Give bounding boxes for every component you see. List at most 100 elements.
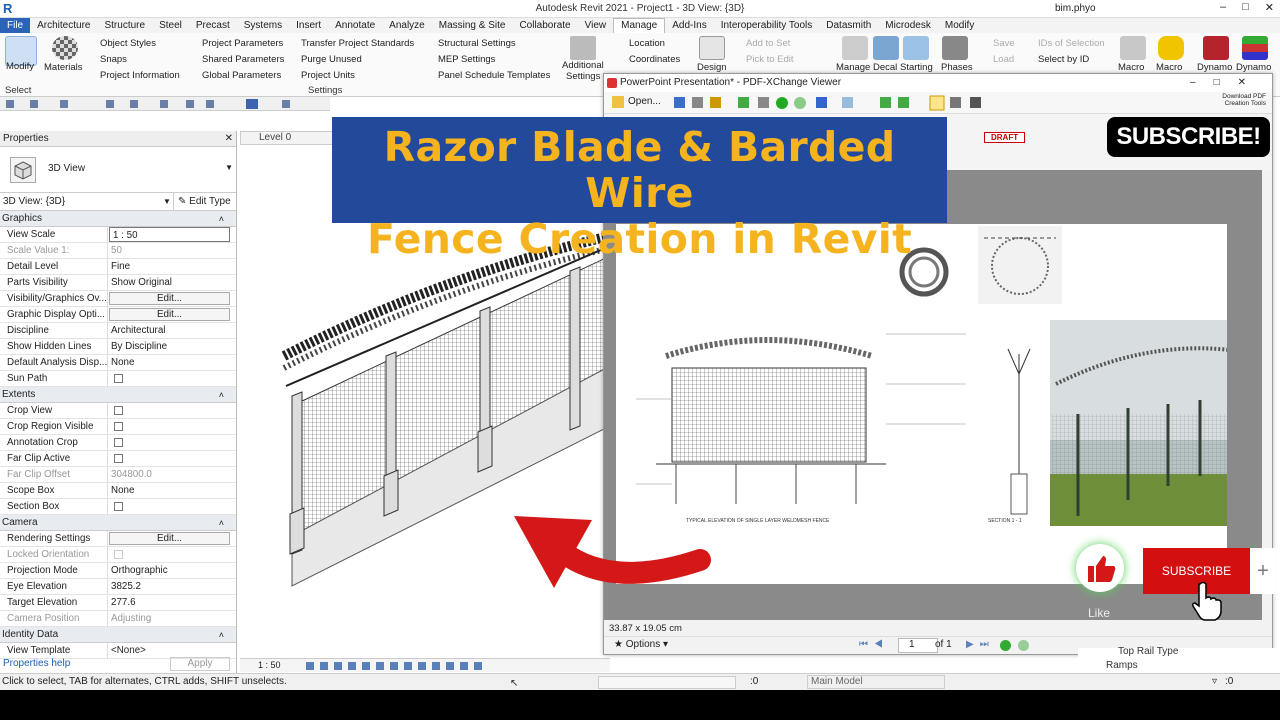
- pick-to-edit-button[interactable]: Pick to Edit: [746, 54, 794, 65]
- view-tab-level-0[interactable]: Level 0: [240, 131, 335, 145]
- collapse-icon[interactable]: ˄: [219, 515, 224, 531]
- tab-datasmith[interactable]: Datasmith: [819, 20, 878, 31]
- like-button[interactable]: [1076, 544, 1124, 592]
- starting-view-icon[interactable]: [903, 36, 929, 60]
- ids-of-selection-button[interactable]: IDs of Selection: [1038, 38, 1105, 49]
- add-to-set-button[interactable]: Add to Set: [746, 38, 790, 49]
- edit-button[interactable]: Edit...: [109, 532, 230, 545]
- pdf-toolbar-icons[interactable]: [674, 95, 1004, 111]
- tab-analyze[interactable]: Analyze: [382, 20, 432, 31]
- filter-icon[interactable]: ▿: [1212, 674, 1217, 690]
- close-icon[interactable]: ✕: [225, 131, 233, 147]
- materials-icon[interactable]: [52, 36, 78, 60]
- tab-architecture[interactable]: Architecture: [30, 20, 97, 31]
- quick-access-icons[interactable]: [0, 97, 330, 111]
- view-selector-dropdown[interactable]: 3D View: {3D}: [3, 196, 65, 207]
- manage-links-button[interactable]: Manage: [836, 62, 870, 73]
- tab-annotate[interactable]: Annotate: [328, 20, 382, 31]
- project-information-button[interactable]: Project Information: [100, 70, 180, 81]
- select-panel-label[interactable]: Select: [5, 85, 31, 96]
- location-button[interactable]: Location: [629, 38, 665, 49]
- transfer-standards-button[interactable]: Transfer Project Standards: [301, 38, 414, 49]
- chevron-down-icon[interactable]: ▼: [225, 163, 233, 172]
- edit-type-button[interactable]: ✎ Edit Type: [173, 193, 231, 211]
- decal-icon[interactable]: [873, 36, 899, 60]
- chevron-down-icon[interactable]: ▼: [163, 193, 171, 211]
- section-extents[interactable]: Extents ˄: [0, 387, 236, 403]
- collapse-icon[interactable]: ˄: [219, 211, 224, 227]
- property-row[interactable]: Detail Level Fine: [0, 259, 236, 275]
- load-selection-button[interactable]: Load: [993, 54, 1014, 65]
- property-value[interactable]: <None>: [108, 643, 236, 658]
- property-value[interactable]: Orthographic: [108, 563, 236, 578]
- property-row[interactable]: Annotation Crop: [0, 435, 236, 451]
- property-row[interactable]: Far Clip Offset 304800.0: [0, 467, 236, 483]
- design-options-button[interactable]: Design: [697, 62, 727, 73]
- phases-icon[interactable]: [942, 36, 968, 60]
- browser-item-ramps[interactable]: Ramps: [1106, 660, 1138, 671]
- macro-security-icon[interactable]: [1158, 36, 1184, 60]
- project-units-button[interactable]: Project Units: [301, 70, 355, 81]
- dynamo-button[interactable]: Dynamo: [1197, 62, 1232, 73]
- property-row[interactable]: Scope Box None: [0, 483, 236, 499]
- next-last-page-buttons[interactable]: ▶⏭: [966, 639, 995, 650]
- view-control-icons[interactable]: [306, 660, 506, 672]
- property-row[interactable]: Discipline Architectural: [0, 323, 236, 339]
- property-row[interactable]: Crop Region Visible: [0, 419, 236, 435]
- property-row[interactable]: Section Box: [0, 499, 236, 515]
- tab-steel[interactable]: Steel: [152, 20, 189, 31]
- macro-manager-button[interactable]: Macro: [1118, 62, 1144, 73]
- property-value[interactable]: Architectural: [108, 323, 236, 338]
- tab-modify[interactable]: Modify: [938, 20, 981, 31]
- dynamo-icon[interactable]: [1203, 36, 1229, 60]
- tab-systems[interactable]: Systems: [237, 20, 289, 31]
- dynamo-player-icon[interactable]: [1242, 36, 1268, 60]
- section-camera[interactable]: Camera ˄: [0, 515, 236, 531]
- object-styles-button[interactable]: Object Styles: [100, 38, 156, 49]
- property-row[interactable]: Projection Mode Orthographic: [0, 563, 236, 579]
- property-checkbox[interactable]: [114, 454, 123, 463]
- minimize-icon[interactable]: –: [1220, 1, 1226, 14]
- structural-settings-button[interactable]: Structural Settings: [438, 38, 516, 49]
- tab-microdesk[interactable]: Microdesk: [878, 20, 938, 31]
- property-value[interactable]: None: [108, 483, 236, 498]
- design-option-dropdown[interactable]: Main Model: [807, 675, 945, 689]
- first-prev-page-buttons[interactable]: ⏮◀: [859, 639, 889, 650]
- download-creation-tools-button[interactable]: Download PDF Creation Tools: [1210, 93, 1266, 107]
- shared-parameters-button[interactable]: Shared Parameters: [202, 54, 284, 65]
- tab-view[interactable]: View: [578, 20, 614, 31]
- phases-button[interactable]: Phases: [941, 62, 973, 73]
- wrench-icon[interactable]: [570, 36, 596, 60]
- manage-links-icon[interactable]: [842, 36, 868, 60]
- property-value[interactable]: By Discipline: [108, 339, 236, 354]
- tab-insert[interactable]: Insert: [289, 20, 328, 31]
- additional-settings-button[interactable]: Additional: [562, 60, 604, 71]
- property-row[interactable]: Default Analysis Disp... None: [0, 355, 236, 371]
- open-button[interactable]: Open...: [628, 96, 661, 107]
- collapse-icon[interactable]: ˄: [219, 627, 224, 643]
- macro-security-button[interactable]: Macro: [1156, 62, 1182, 73]
- edit-button[interactable]: Edit...: [109, 308, 230, 321]
- pdf-window-controls[interactable]: –□✕: [1190, 74, 1264, 92]
- tab-collaborate[interactable]: Collaborate: [512, 20, 577, 31]
- property-row[interactable]: Rendering Settings Edit...: [0, 531, 236, 547]
- property-value[interactable]: Fine: [108, 259, 236, 274]
- options-button[interactable]: ★ Options ▾: [614, 639, 668, 650]
- decal-button[interactable]: Decal: [873, 62, 897, 73]
- page-number-input[interactable]: 1: [898, 638, 938, 653]
- property-row[interactable]: Sun Path: [0, 371, 236, 387]
- property-row[interactable]: Locked Orientation: [0, 547, 236, 563]
- global-parameters-button[interactable]: Global Parameters: [202, 70, 281, 81]
- view-scale-button[interactable]: 1 : 50: [258, 660, 281, 670]
- close-icon[interactable]: ✕: [1265, 1, 1274, 14]
- folder-icon[interactable]: [612, 96, 624, 108]
- property-row[interactable]: Scale Value 1: 50: [0, 243, 236, 259]
- save-selection-button[interactable]: Save: [993, 38, 1015, 49]
- purge-unused-button[interactable]: Purge Unused: [301, 54, 362, 65]
- property-row[interactable]: Far Clip Active: [0, 451, 236, 467]
- modify-button[interactable]: Modify: [6, 61, 34, 72]
- draft-stamp-button[interactable]: DRAFT: [984, 132, 1026, 143]
- property-checkbox[interactable]: [114, 374, 123, 383]
- property-value[interactable]: None: [108, 355, 236, 370]
- subscribe-badge[interactable]: SUBSCRIBE!: [1107, 117, 1270, 157]
